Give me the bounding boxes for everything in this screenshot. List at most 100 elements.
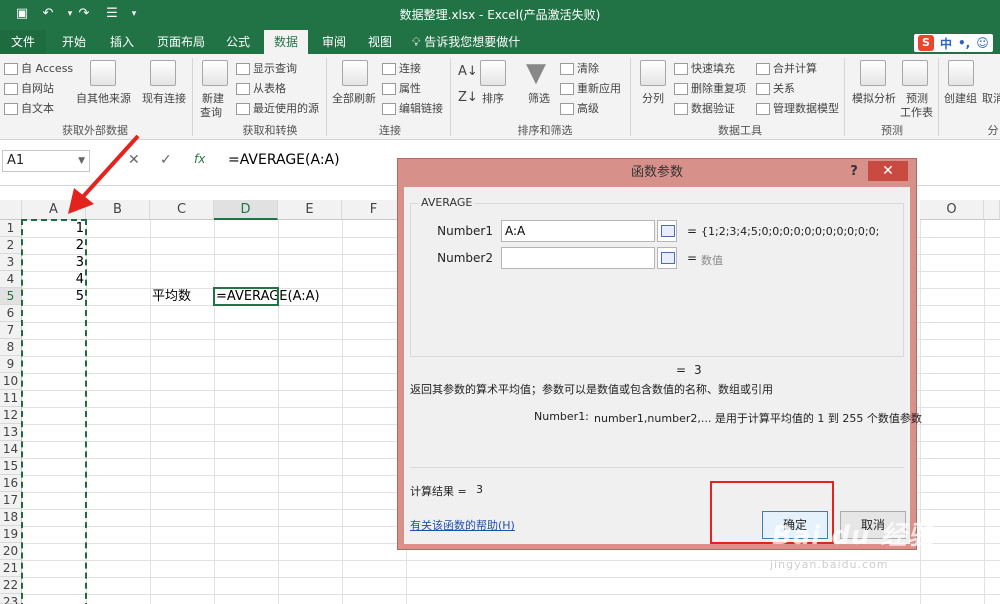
row-header[interactable]: 20 xyxy=(0,543,22,560)
gridline xyxy=(342,220,343,604)
flash-fill-icon xyxy=(674,63,688,75)
row-header[interactable]: 7 xyxy=(0,322,22,339)
column-header[interactable]: E xyxy=(278,200,342,220)
column-header[interactable]: O xyxy=(920,200,984,220)
tab-view[interactable]: 视图 xyxy=(360,30,400,54)
sort-az-icon[interactable]: A↓ xyxy=(458,64,478,79)
column-header[interactable]: C xyxy=(150,200,214,220)
row-header[interactable]: 14 xyxy=(0,441,22,458)
other-sources-button[interactable]: 自其他来源 xyxy=(76,90,131,106)
clear-filter-button[interactable]: 清除 xyxy=(560,60,599,76)
ime-punct[interactable]: •, xyxy=(958,36,970,50)
row-header[interactable]: 15 xyxy=(0,458,22,475)
row-header[interactable]: 1 xyxy=(0,220,22,237)
enter-icon[interactable]: ✓ xyxy=(160,152,172,168)
row-header[interactable]: 21 xyxy=(0,560,22,577)
gridline xyxy=(22,577,1000,578)
collapse-dialog-icon[interactable] xyxy=(657,247,677,269)
number1-input[interactable]: A:A xyxy=(501,220,655,242)
edit-links-button[interactable]: 编辑链接 xyxy=(382,100,443,116)
group-label-outline: 分 xyxy=(987,124,999,137)
close-icon[interactable]: ✕ xyxy=(868,161,908,181)
cell-c5[interactable]: 平均数 xyxy=(152,288,214,305)
row-header[interactable]: 2 xyxy=(0,237,22,254)
tab-insert[interactable]: 插入 xyxy=(102,30,142,54)
column-header-active[interactable]: D xyxy=(214,200,278,220)
tell-me-search[interactable]: 💡︎ 告诉我您想要做什么... xyxy=(412,30,542,73)
row-header[interactable]: 19 xyxy=(0,526,22,543)
recent-sources-button[interactable]: 最近使用的源 xyxy=(236,100,319,116)
row-header[interactable]: 23 xyxy=(0,594,22,604)
row-header[interactable]: 9 xyxy=(0,356,22,373)
row-header[interactable]: 6 xyxy=(0,305,22,322)
group-label-data-tools: 数据工具 xyxy=(718,124,762,137)
text-to-columns-button[interactable]: 分列 xyxy=(642,90,664,106)
filter-icon: ▼ xyxy=(526,58,546,88)
show-queries-button[interactable]: 显示查询 xyxy=(236,60,297,76)
tab-review[interactable]: 审阅 xyxy=(314,30,354,54)
from-access-button[interactable]: 自 Access xyxy=(4,60,73,76)
group-button[interactable]: 创建组 xyxy=(944,90,977,106)
row-header[interactable]: 16 xyxy=(0,475,22,492)
tab-file[interactable]: 文件 xyxy=(0,30,46,54)
sort-button[interactable]: 排序 xyxy=(482,90,504,106)
row-header[interactable]: 13 xyxy=(0,424,22,441)
filter-button[interactable]: 筛选 xyxy=(528,90,550,106)
row-header[interactable]: 12 xyxy=(0,407,22,424)
relationships-icon xyxy=(756,83,770,95)
collapse-dialog-icon[interactable] xyxy=(657,220,677,242)
formula-result-value: 3 xyxy=(694,363,702,377)
tab-data[interactable]: 数据 xyxy=(264,30,308,54)
reapply-button[interactable]: 重新应用 xyxy=(560,80,621,96)
advanced-filter-button[interactable]: 高级 xyxy=(560,100,599,116)
properties-button[interactable]: 属性 xyxy=(382,80,421,96)
tab-home[interactable]: 开始 xyxy=(54,30,94,54)
data-model-icon xyxy=(756,103,770,115)
help-icon[interactable]: ? xyxy=(846,161,862,183)
select-all-corner[interactable] xyxy=(0,200,22,220)
group-separator xyxy=(844,58,845,136)
ime-emoji-icon[interactable]: ☺ xyxy=(976,36,989,50)
red-arrow-annotation xyxy=(68,134,140,214)
row-header[interactable]: 11 xyxy=(0,390,22,407)
from-web-button[interactable]: 自网站 xyxy=(4,80,54,96)
flash-fill-button[interactable]: 快速填充 xyxy=(674,60,735,76)
group-label-connections: 连接 xyxy=(379,124,401,137)
other-sources-icon xyxy=(90,60,116,86)
row-header[interactable]: 10 xyxy=(0,373,22,390)
manage-data-model-button[interactable]: 管理数据模型 xyxy=(756,100,839,116)
gridline xyxy=(278,220,279,604)
tab-formulas[interactable]: 公式 xyxy=(218,30,258,54)
refresh-all-button[interactable]: 全部刷新 xyxy=(332,90,376,106)
tab-page-layout[interactable]: 页面布局 xyxy=(150,30,212,54)
advanced-filter-icon xyxy=(560,103,574,115)
ungroup-button[interactable]: 取消 xyxy=(982,90,1000,106)
insert-function-icon[interactable]: fx xyxy=(194,152,205,166)
row-header[interactable]: 4 xyxy=(0,271,22,288)
from-table-button[interactable]: 从表格 xyxy=(236,80,286,96)
ime-toolbar[interactable]: S 中 •, ☺ xyxy=(914,34,993,52)
row-header[interactable]: 22 xyxy=(0,577,22,594)
consolidate-button[interactable]: 合并计算 xyxy=(756,60,817,76)
row-header[interactable]: 8 xyxy=(0,339,22,356)
relationships-button[interactable]: 关系 xyxy=(756,80,795,96)
row-header[interactable]: 17 xyxy=(0,492,22,509)
data-validation-button[interactable]: 数据验证 xyxy=(674,100,735,116)
ime-mode[interactable]: 中 xyxy=(940,35,952,52)
from-text-button[interactable]: 自文本 xyxy=(4,100,54,116)
function-help-link[interactable]: 有关该函数的帮助(H) xyxy=(410,517,515,533)
formula-input[interactable]: =AVERAGE(A:A) xyxy=(228,150,340,170)
number2-eq: = xyxy=(687,251,698,265)
existing-connections-button[interactable]: 现有连接 xyxy=(142,90,186,106)
gridline xyxy=(214,220,215,604)
remove-duplicates-button[interactable]: 删除重复项 xyxy=(674,80,746,96)
column-header-partial[interactable] xyxy=(984,200,1000,220)
row-header-active[interactable]: 5 xyxy=(0,288,22,305)
number2-input[interactable] xyxy=(501,247,655,269)
what-if-button[interactable]: 模拟分析 xyxy=(852,90,896,106)
connections-button[interactable]: 连接 xyxy=(382,60,421,76)
row-header[interactable]: 3 xyxy=(0,254,22,271)
row-header[interactable]: 18 xyxy=(0,509,22,526)
calc-result-value: 3 xyxy=(476,483,483,496)
sort-za-icon[interactable]: Z↓ xyxy=(458,90,478,105)
